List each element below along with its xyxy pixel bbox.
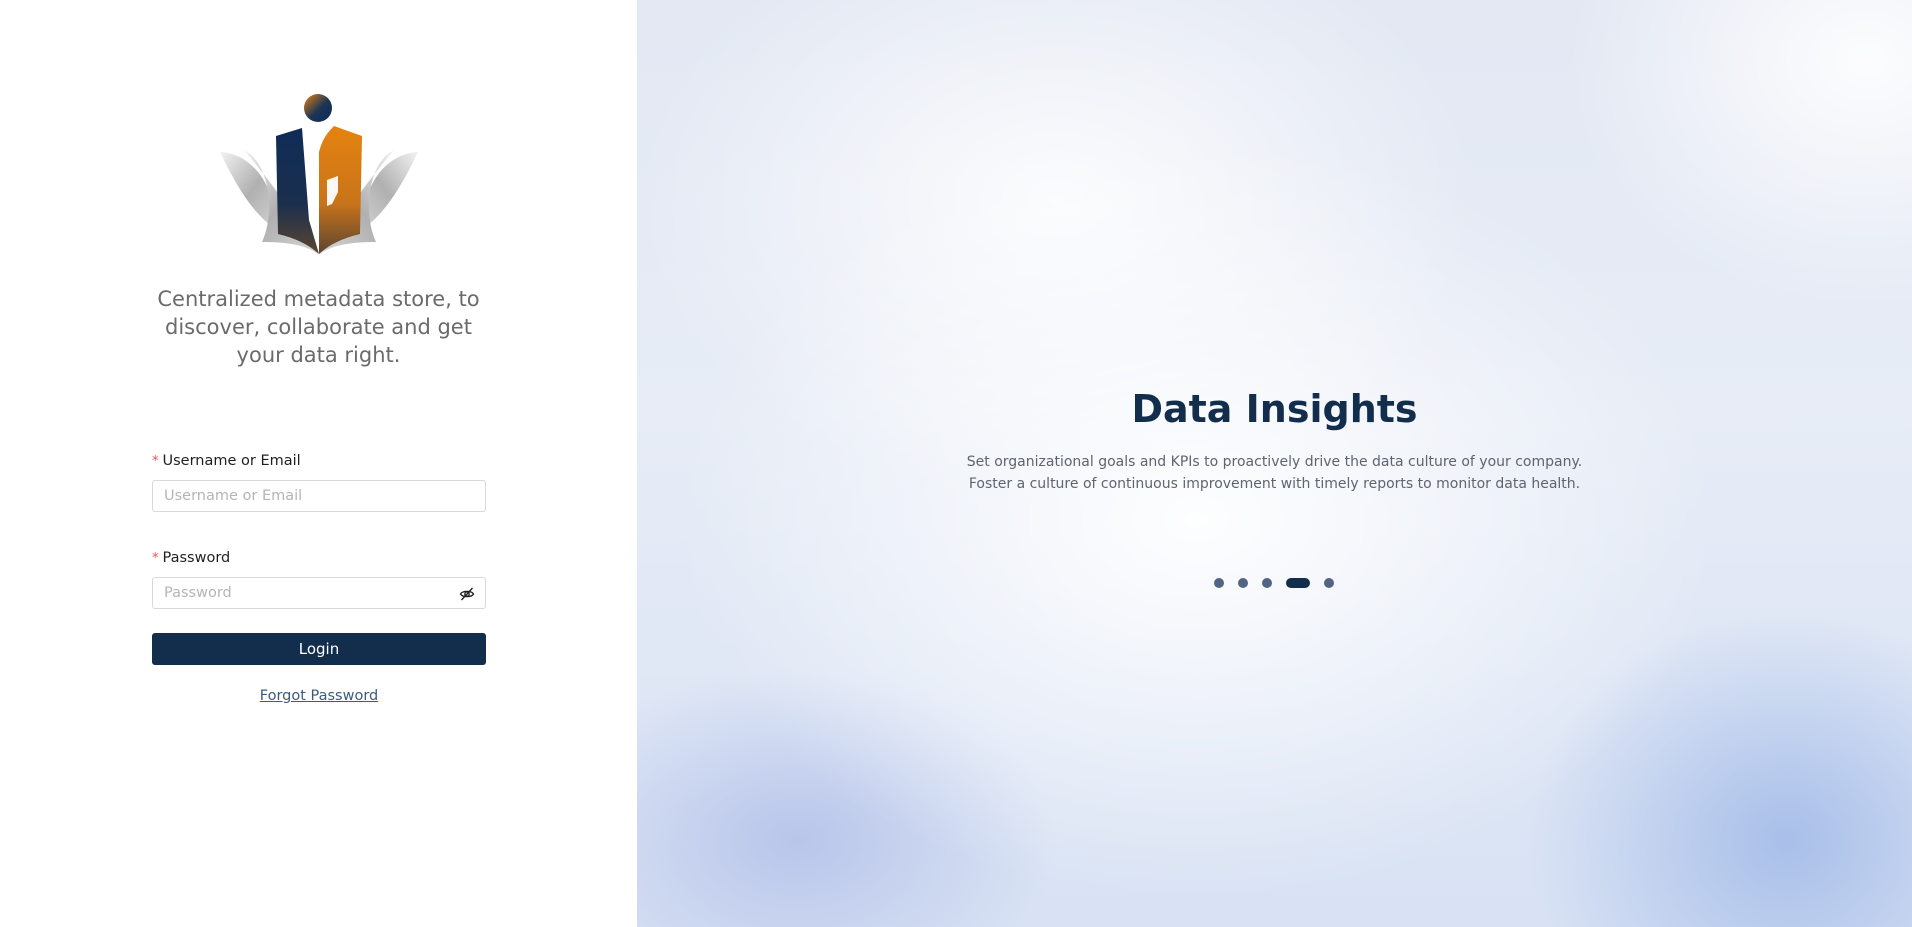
carousel-description: Set organizational goals and KPIs to pro…: [637, 451, 1912, 495]
required-marker: *: [152, 454, 159, 469]
login-form: *Username or Email *Password Login: [152, 450, 486, 665]
carousel-dot-3[interactable]: [1262, 578, 1272, 588]
login-button[interactable]: Login: [152, 633, 486, 665]
required-marker: *: [152, 551, 159, 566]
eye-slash-icon[interactable]: [459, 586, 475, 602]
openmetadata-logo-icon: [220, 94, 418, 255]
carousel-dot-1[interactable]: [1214, 578, 1224, 588]
username-label: * Username or Email: [152, 450, 486, 472]
password-label-text: Password: [162, 550, 231, 566]
carousel-description-line: Set organizational goals and KPIs to pro…: [966, 454, 1583, 470]
login-panel: Centralized metadata store, to discover,…: [0, 0, 637, 927]
password-field[interactable]: [152, 577, 486, 609]
forgot-password-link[interactable]: Forgot Password: [152, 688, 486, 704]
carousel-dot-5[interactable]: [1324, 578, 1334, 588]
carousel-title: Data Insights: [1131, 387, 1418, 431]
username-field[interactable]: [152, 480, 486, 512]
carousel-dots: [1214, 577, 1334, 589]
username-input[interactable]: [153, 481, 485, 511]
username-label-text: Username or Email: [162, 453, 301, 469]
carousel-dot-2[interactable]: [1238, 578, 1248, 588]
password-input[interactable]: [153, 578, 485, 608]
carousel-panel: Data Insights Set organizational goals a…: [637, 0, 1912, 927]
password-label: * Password: [152, 547, 486, 569]
carousel-description-line: Foster a culture of continuous improveme…: [968, 476, 1581, 492]
carousel-dot-4[interactable]: [1286, 578, 1310, 588]
tagline: Centralized metadata store, to discover,…: [157, 287, 480, 367]
